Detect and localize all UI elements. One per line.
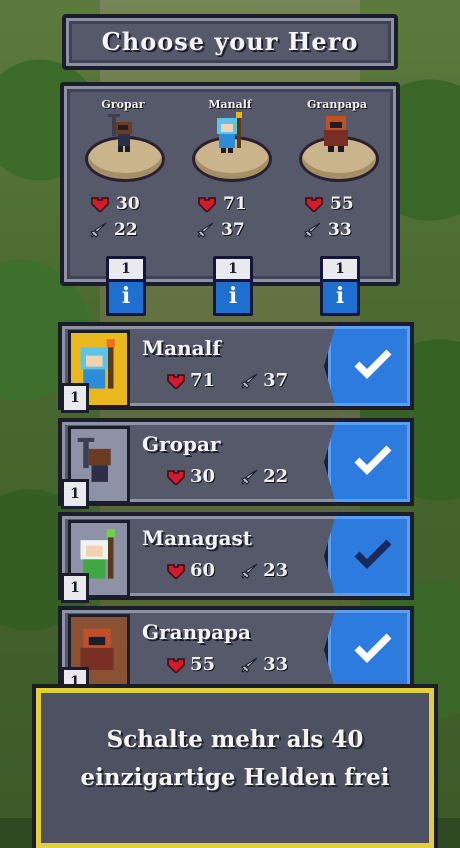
gropar-sprite-icon xyxy=(108,114,132,152)
heart-icon xyxy=(198,197,216,212)
selected-heroes-panel: Gropar 30 22 1 i Manalf 71 37 1 i Granpa… xyxy=(60,82,400,316)
attack-stat: 22 xyxy=(90,220,138,240)
hero-portrait: 1 xyxy=(61,426,130,509)
attack-stat: 37 xyxy=(197,220,245,240)
hero-portrait: 1 xyxy=(61,520,130,603)
sword-icon xyxy=(241,373,258,389)
hero-name: Managast xyxy=(142,526,253,550)
info-button[interactable]: 1 i xyxy=(106,256,146,316)
hero-count: 1 xyxy=(61,383,89,413)
hero-stats: 55 33 xyxy=(166,654,288,675)
hero-portrait: 1 xyxy=(61,330,130,413)
hero-name: Gropar xyxy=(142,432,221,456)
select-checkbox-managast[interactable] xyxy=(324,512,414,600)
hero-name: Gropar xyxy=(101,98,145,111)
hero-name: Manalf xyxy=(142,336,221,360)
hero-count: 1 xyxy=(61,479,89,509)
heart-icon xyxy=(91,197,109,212)
hero-name: Manalf xyxy=(208,98,252,111)
sword-icon xyxy=(304,222,321,238)
sword-icon xyxy=(241,657,258,673)
hero-count: 1 xyxy=(109,259,143,282)
hero-slot-granpapa[interactable]: Granpapa 55 33 1 i xyxy=(282,86,392,316)
sword-icon xyxy=(241,563,258,579)
sword-icon xyxy=(197,222,214,238)
sword-icon xyxy=(241,469,258,485)
promo-text: Schalte mehr als 40 einzigartige Helden … xyxy=(41,721,429,797)
info-icon: i xyxy=(335,283,345,309)
hp-stat: 55 xyxy=(304,194,354,214)
hero-stats: 60 23 xyxy=(166,560,288,581)
checkmark-icon xyxy=(354,633,392,663)
hero-name: Granpapa xyxy=(142,620,252,644)
info-button[interactable]: 1 i xyxy=(213,256,253,316)
promo-line-1: Schalte mehr als 40 xyxy=(106,726,364,753)
hero-card-granpapa[interactable]: 1 Granpapa 55 33 xyxy=(58,606,350,697)
checkmark-icon xyxy=(354,445,392,475)
checkmark-icon xyxy=(354,539,392,569)
promo-banner: Schalte mehr als 40 einzigartige Helden … xyxy=(36,688,434,848)
select-checkbox-gropar[interactable] xyxy=(324,418,414,506)
heart-icon xyxy=(305,197,323,212)
hero-name: Granpapa xyxy=(307,98,367,111)
info-button[interactable]: 1 i xyxy=(320,256,360,316)
checkmark-icon xyxy=(354,349,392,379)
manalf-sprite-icon xyxy=(217,112,242,153)
info-icon: i xyxy=(121,283,131,309)
info-icon: i xyxy=(228,283,238,309)
hero-card-managast[interactable]: 1 Managast 60 23 xyxy=(58,512,350,603)
promo-line-2: einzigartige Helden frei xyxy=(80,764,390,791)
hero-count: 1 xyxy=(61,573,89,603)
hero-card-manalf[interactable]: 1 Manalf 71 37 xyxy=(58,322,350,413)
granpapa-sprite-icon xyxy=(324,116,348,152)
attack-stat: 33 xyxy=(304,220,352,240)
heart-icon xyxy=(167,657,185,673)
hero-slot-manalf[interactable]: Manalf 71 37 1 i xyxy=(175,86,285,316)
select-checkbox-granpapa[interactable] xyxy=(324,606,414,694)
hero-stats: 30 22 xyxy=(166,466,288,487)
select-checkbox-manalf[interactable] xyxy=(324,322,414,410)
heart-icon xyxy=(167,373,185,389)
title-bar: Choose your Hero xyxy=(62,14,398,70)
hero-stats: 71 37 xyxy=(166,370,288,391)
sword-icon xyxy=(90,222,107,238)
hp-stat: 30 xyxy=(90,194,140,214)
hero-portrait: 1 xyxy=(61,614,130,697)
hero-card-gropar[interactable]: 1 Gropar 30 22 xyxy=(58,418,350,509)
heart-icon xyxy=(167,469,185,485)
hero-slot-gropar[interactable]: Gropar 30 22 1 i xyxy=(68,86,178,316)
page-title: Choose your Hero xyxy=(101,27,359,56)
hero-count: 1 xyxy=(216,259,250,282)
heart-icon xyxy=(167,563,185,579)
hero-count: 1 xyxy=(323,259,357,282)
hp-stat: 71 xyxy=(197,194,247,214)
